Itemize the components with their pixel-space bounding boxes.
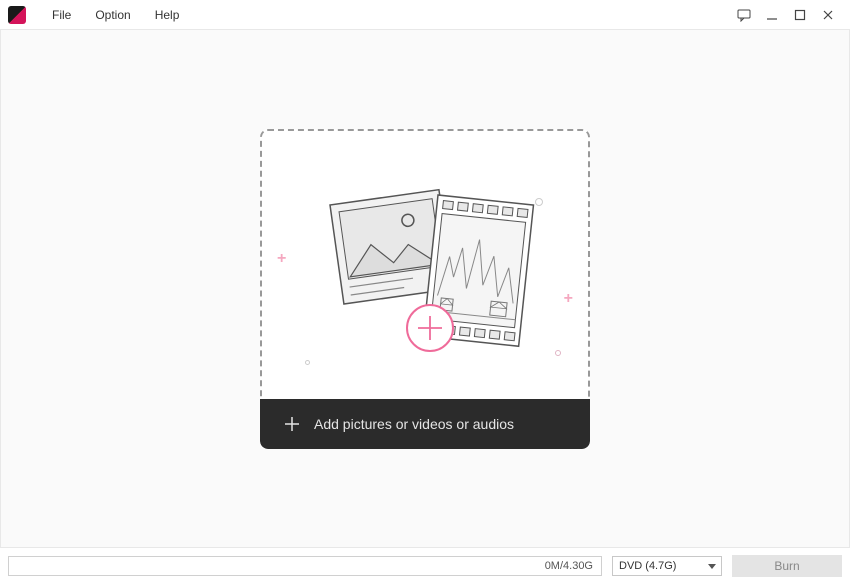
plus-icon (284, 416, 300, 432)
disc-usage-bar: 0M/4.30G (8, 556, 602, 576)
add-media-label: Add pictures or videos or audios (314, 416, 514, 432)
menu-file[interactable]: File (40, 0, 83, 29)
disc-type-value: DVD (4.7G) (619, 560, 676, 572)
media-illustration-icon (275, 150, 575, 380)
decorative-plus-icon: + (564, 290, 573, 308)
bottom-bar: 0M/4.30G DVD (4.7G) Burn (0, 547, 850, 583)
decorative-plus-icon: + (277, 250, 286, 268)
feedback-icon[interactable] (736, 7, 752, 23)
maximize-button[interactable] (792, 7, 808, 23)
close-button[interactable] (820, 7, 836, 23)
menu-help[interactable]: Help (143, 0, 192, 29)
disc-type-select[interactable]: DVD (4.7G) (612, 556, 722, 576)
decorative-circle-icon (555, 350, 561, 356)
decorative-circle-icon (305, 360, 310, 365)
dropzone-illustration-area: + + (260, 129, 590, 399)
window-controls (736, 7, 842, 23)
disc-usage-text: 0M/4.30G (545, 560, 593, 572)
minimize-button[interactable] (764, 7, 780, 23)
burn-button[interactable]: Burn (732, 555, 842, 577)
menubar: File Option Help (0, 0, 850, 30)
app-logo-icon (8, 6, 26, 24)
menu-option[interactable]: Option (83, 0, 142, 29)
decorative-circle-icon (535, 198, 543, 206)
media-dropzone[interactable]: + + (260, 129, 590, 449)
add-media-button[interactable]: Add pictures or videos or audios (260, 399, 590, 449)
main-content: + + (0, 30, 850, 547)
